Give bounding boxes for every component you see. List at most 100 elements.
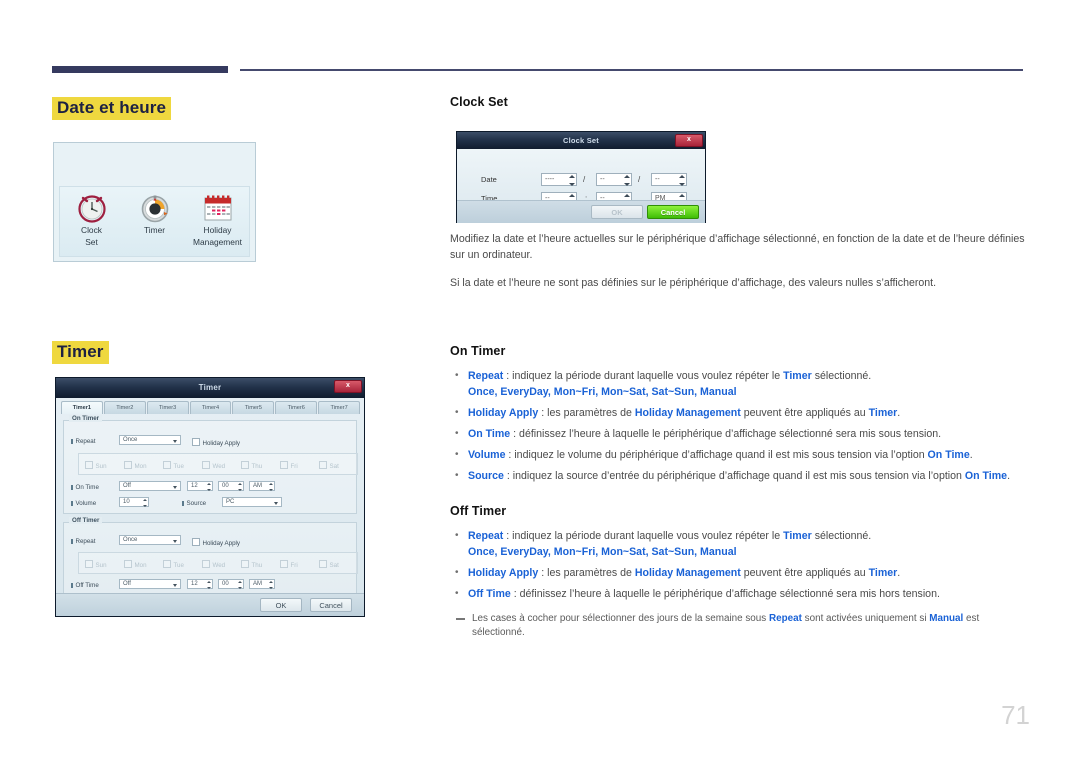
on-time-select[interactable]: Off <box>119 481 181 491</box>
on-time-meridiem-value: AM <box>253 483 262 489</box>
tab-timer3[interactable]: Timer3 <box>146 401 189 414</box>
date-month-stepper[interactable]: -- <box>596 173 632 186</box>
section-heading-timer: Timer <box>52 341 109 364</box>
date-year-stepper[interactable]: ---- <box>541 173 577 186</box>
on-timer-repeat-label: Repeat <box>71 437 96 447</box>
volume-value: 10 <box>123 499 130 505</box>
tab-timer6[interactable]: Timer6 <box>275 401 318 414</box>
repeat-options: Once, EveryDay, Mon~Fri, Mon~Sat, Sat~Su… <box>468 546 737 558</box>
icon-panel-item-timer[interactable]: Timer <box>125 190 185 236</box>
close-icon[interactable]: x <box>675 133 703 147</box>
clock-set-cancel-button[interactable]: Cancel <box>647 205 699 219</box>
list-item: On Time : définissez l’heure à laquelle … <box>450 426 1028 443</box>
list-item: Repeat : indiquez la période durant laqu… <box>450 528 1028 561</box>
tab-timer7[interactable]: Timer7 <box>318 401 361 414</box>
checkbox-box <box>163 461 171 469</box>
clock-set-paragraph-2: Si la date et l’heure ne sont pas défini… <box>450 277 937 289</box>
on-timer-day-fri[interactable]: Fri <box>280 461 298 471</box>
off-timer-day-tue[interactable]: Tue <box>163 560 184 570</box>
icon-panel-item-holiday-management[interactable]: Holiday Management <box>188 190 248 247</box>
icon-panel-item-clock-set[interactable]: Clock Set <box>62 190 122 247</box>
stepper-arrows-icon <box>268 483 273 491</box>
checkbox-box <box>241 461 249 469</box>
tab-timer2[interactable]: Timer2 <box>103 401 146 414</box>
checkbox-box <box>124 560 132 568</box>
on-timer-day-wed[interactable]: Wed <box>202 461 225 471</box>
off-time-select[interactable]: Off <box>119 579 181 589</box>
on-timer-repeat-select[interactable]: Once <box>119 435 181 445</box>
date-day-value: -- <box>655 176 660 183</box>
day-label: Fri <box>290 562 298 569</box>
checkbox-box <box>85 560 93 568</box>
tab-timer4[interactable]: Timer4 <box>189 401 232 414</box>
off-timer-repeat-select[interactable]: Once <box>119 535 181 545</box>
off-timer-group: Off Timer Repeat Once Holiday Apply Sun … <box>63 517 358 594</box>
clock-set-title: Clock Set <box>563 136 599 145</box>
off-timer-day-wed[interactable]: Wed <box>202 560 225 570</box>
on-timer-day-mon[interactable]: Mon <box>124 461 147 471</box>
on-timer-day-tue[interactable]: Tue <box>163 461 184 471</box>
manual-page: Date et heure Clock Set Timer Holiday Ma… <box>0 0 1080 763</box>
timer-ok-button[interactable]: OK <box>260 598 302 612</box>
off-timer-caption: Off Timer <box>69 517 103 524</box>
list-item: Holiday Apply : les paramètres de Holida… <box>450 565 1028 582</box>
checkbox-box <box>202 461 210 469</box>
date-day-stepper[interactable]: -- <box>651 173 687 186</box>
off-time-label: Off Time <box>71 581 99 591</box>
close-icon[interactable]: x <box>334 379 362 393</box>
timer-tabs: Timer1 Timer2 Timer3 Timer4 Timer5 Timer… <box>61 401 361 414</box>
off-time-meridiem-value: AM <box>253 581 262 587</box>
day-label: Wed <box>212 463 226 470</box>
off-time-minute-value: 00 <box>222 581 229 587</box>
timer-cancel-button[interactable]: Cancel <box>310 598 352 612</box>
on-time-minute-value: 00 <box>222 483 229 489</box>
day-label: Sat <box>329 463 339 470</box>
day-label: Wed <box>212 562 226 569</box>
day-label: Fri <box>290 463 298 470</box>
clock-set-footer: OK Cancel <box>457 200 705 223</box>
off-time-meridiem-stepper[interactable]: AM <box>249 579 275 589</box>
on-timer-day-thu[interactable]: Thu <box>241 461 262 471</box>
off-timer-day-sat[interactable]: Sat <box>319 560 339 570</box>
day-label: Sun <box>95 562 107 569</box>
on-timer-bullet-list: Repeat : indiquez la période durant laqu… <box>450 368 1028 485</box>
off-timer-days-row: Sun Mon Tue Wed Thu Fri Sat <box>78 552 358 574</box>
tab-timer1[interactable]: Timer1 <box>61 401 103 414</box>
off-time-hour-stepper[interactable]: 12 <box>187 579 213 589</box>
timer-dialog-footer: OK Cancel <box>56 593 364 616</box>
on-timer-day-sat[interactable]: Sat <box>319 461 339 471</box>
off-timer-day-mon[interactable]: Mon <box>124 560 147 570</box>
volume-stepper[interactable]: 10 <box>119 497 149 507</box>
timer-dialog: Timer x Timer1 Timer2 Timer3 Timer4 Time… <box>55 377 365 617</box>
checkbox-box <box>241 560 249 568</box>
on-timer-group: On Timer Repeat Once Holiday Apply Sun M… <box>63 415 358 514</box>
off-timer-repeat-value: Once <box>123 537 138 543</box>
checkbox-box <box>202 560 210 568</box>
day-label: Sat <box>329 562 339 569</box>
on-time-value: Off <box>123 483 131 489</box>
chevron-down-icon <box>173 540 177 543</box>
on-time-minute-stepper[interactable]: 00 <box>218 481 244 491</box>
off-time-minute-stepper[interactable]: 00 <box>218 579 244 589</box>
on-timer-holiday-apply-checkbox[interactable]: Holiday Apply <box>192 438 240 448</box>
off-timer-day-thu[interactable]: Thu <box>241 560 262 570</box>
calendar-holiday-icon <box>188 190 248 224</box>
tab-timer5[interactable]: Timer5 <box>232 401 275 414</box>
on-timer-holiday-apply-label: Holiday Apply <box>202 440 241 447</box>
off-timer-day-sun[interactable]: Sun <box>85 560 107 570</box>
source-select[interactable]: PC <box>222 497 282 507</box>
clock-set-ok-button[interactable]: OK <box>591 205 643 219</box>
on-time-meridiem-stepper[interactable]: AM <box>249 481 275 491</box>
date-label: Date <box>481 175 497 184</box>
off-time-hour-value: 12 <box>191 581 198 587</box>
clock-set-date-row: Date ---- / -- / -- <box>457 171 705 189</box>
checkbox-box <box>124 461 132 469</box>
chevron-down-icon <box>173 440 177 443</box>
on-time-hour-stepper[interactable]: 12 <box>187 481 213 491</box>
on-timer-caption: On Timer <box>69 415 103 422</box>
on-timer-day-sun[interactable]: Sun <box>85 461 107 471</box>
off-timer-day-fri[interactable]: Fri <box>280 560 298 570</box>
day-label: Tue <box>173 562 184 569</box>
off-timer-holiday-apply-checkbox[interactable]: Holiday Apply <box>192 538 240 548</box>
day-label: Mon <box>134 562 147 569</box>
